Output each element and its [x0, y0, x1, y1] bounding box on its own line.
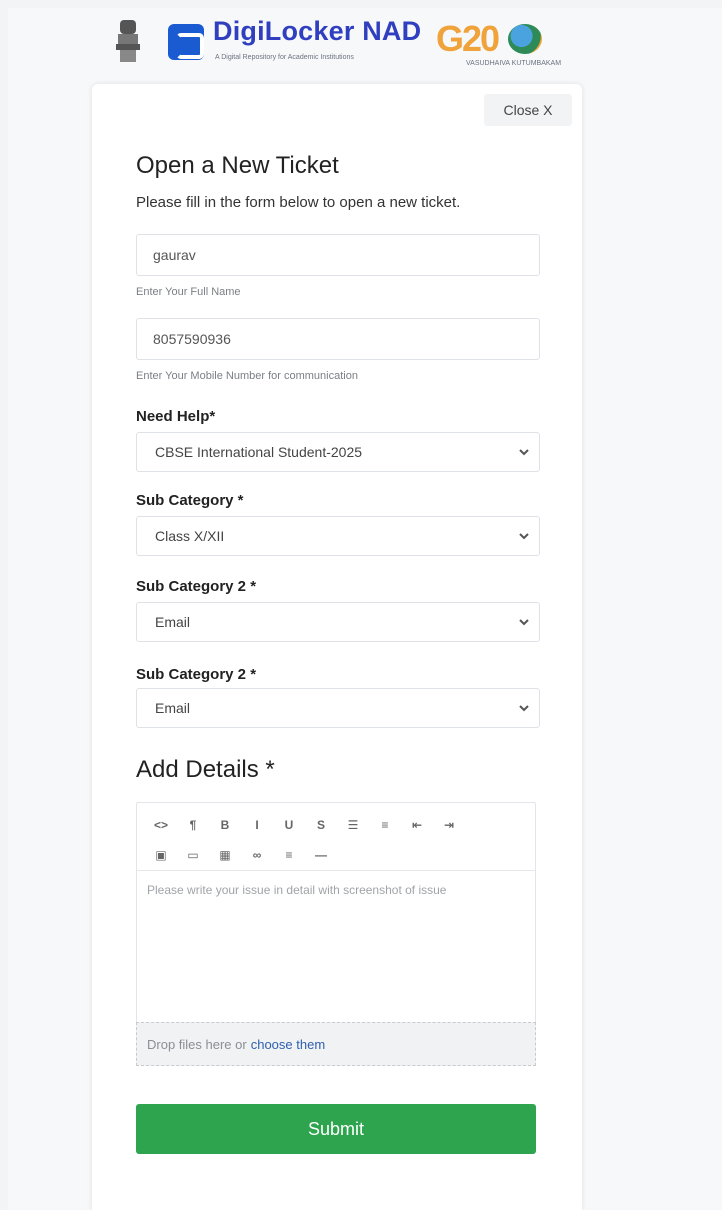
video-button[interactable]: ▭	[177, 843, 209, 867]
table-button[interactable]: ▦	[209, 843, 241, 867]
outdent-button[interactable]: ⇤	[401, 813, 433, 837]
file-dropzone[interactable]: Drop files here or choose them	[136, 1022, 536, 1066]
ticket-form-card: Close X Open a New Ticket Please fill in…	[92, 84, 582, 1210]
chevron-down-icon	[519, 705, 529, 712]
sub-category-2-value: Email	[155, 614, 191, 630]
brand-name: DigiLocker NAD	[213, 16, 422, 46]
g20-globe-icon	[508, 24, 542, 54]
code-view-button[interactable]: <>	[145, 813, 177, 837]
editor-toolbar: <> ¶ B I U S ☰ ≡ ⇤ ⇥ ▣ ▭ ▦ ∞ ≡ —	[137, 803, 535, 871]
national-emblem-icon	[116, 20, 140, 62]
chevron-down-icon	[519, 449, 529, 456]
full-name-input[interactable]	[136, 234, 540, 276]
add-details-heading: Add Details *	[136, 756, 275, 783]
sub-category-label: Sub Category *	[136, 492, 244, 509]
sub-category-2b-select[interactable]: Email	[136, 688, 540, 728]
sub-category-2-label: Sub Category 2 *	[136, 578, 257, 595]
choose-files-link[interactable]: choose them	[251, 1037, 325, 1052]
ordered-list-button[interactable]: ≡	[369, 813, 401, 837]
toolbar-row-2: ▣ ▭ ▦ ∞ ≡ —	[145, 843, 337, 867]
editor-placeholder[interactable]: Please write your issue in detail with s…	[147, 883, 527, 897]
italic-button[interactable]: I	[241, 813, 273, 837]
dropzone-text: Drop files here or	[147, 1036, 247, 1052]
sub-category-value: Class X/XII	[155, 528, 225, 544]
indent-button[interactable]: ⇥	[433, 813, 465, 837]
toolbar-row-1: <> ¶ B I U S ☰ ≡ ⇤ ⇥	[145, 813, 465, 837]
chevron-down-icon	[519, 533, 529, 540]
bold-button[interactable]: B	[209, 813, 241, 837]
need-help-value: CBSE International Student-2025	[155, 444, 363, 460]
full-name-hint: Enter Your Full Name	[136, 286, 241, 298]
g20-tagline: VASUDHAIVA KUTUMBAKAM	[466, 60, 562, 67]
paragraph-button[interactable]: ¶	[177, 813, 209, 837]
g20-logo: G20	[436, 18, 500, 59]
image-button[interactable]: ▣	[145, 843, 177, 867]
sub-category-2b-label: Sub Category 2 *	[136, 666, 257, 683]
align-button[interactable]: ≡	[273, 843, 305, 867]
chevron-down-icon	[519, 619, 529, 626]
sub-category-select[interactable]: Class X/XII	[136, 516, 540, 556]
submit-button[interactable]: Submit	[136, 1104, 536, 1154]
mobile-number-input[interactable]	[136, 318, 540, 360]
strikethrough-button[interactable]: S	[305, 813, 337, 837]
horizontal-rule-button[interactable]: —	[305, 843, 337, 867]
need-help-label: Need Help*	[136, 408, 216, 425]
sub-category-2-select[interactable]: Email	[136, 602, 540, 642]
unordered-list-button[interactable]: ☰	[337, 813, 369, 837]
underline-button[interactable]: U	[273, 813, 305, 837]
brand-tagline: A Digital Repository for Academic Instit…	[215, 54, 354, 61]
close-button[interactable]: Close X	[484, 94, 572, 126]
page-title: Open a New Ticket	[136, 152, 339, 179]
need-help-select[interactable]: CBSE International Student-2025	[136, 432, 540, 472]
mobile-number-hint: Enter Your Mobile Number for communicati…	[136, 370, 358, 382]
sub-category-2b-value: Email	[155, 700, 191, 716]
digilocker-logo-icon	[168, 24, 204, 60]
link-button[interactable]: ∞	[241, 843, 273, 867]
form-subtitle: Please fill in the form below to open a …	[136, 194, 461, 211]
site-header: DigiLocker NAD A Digital Repository for …	[112, 12, 572, 72]
